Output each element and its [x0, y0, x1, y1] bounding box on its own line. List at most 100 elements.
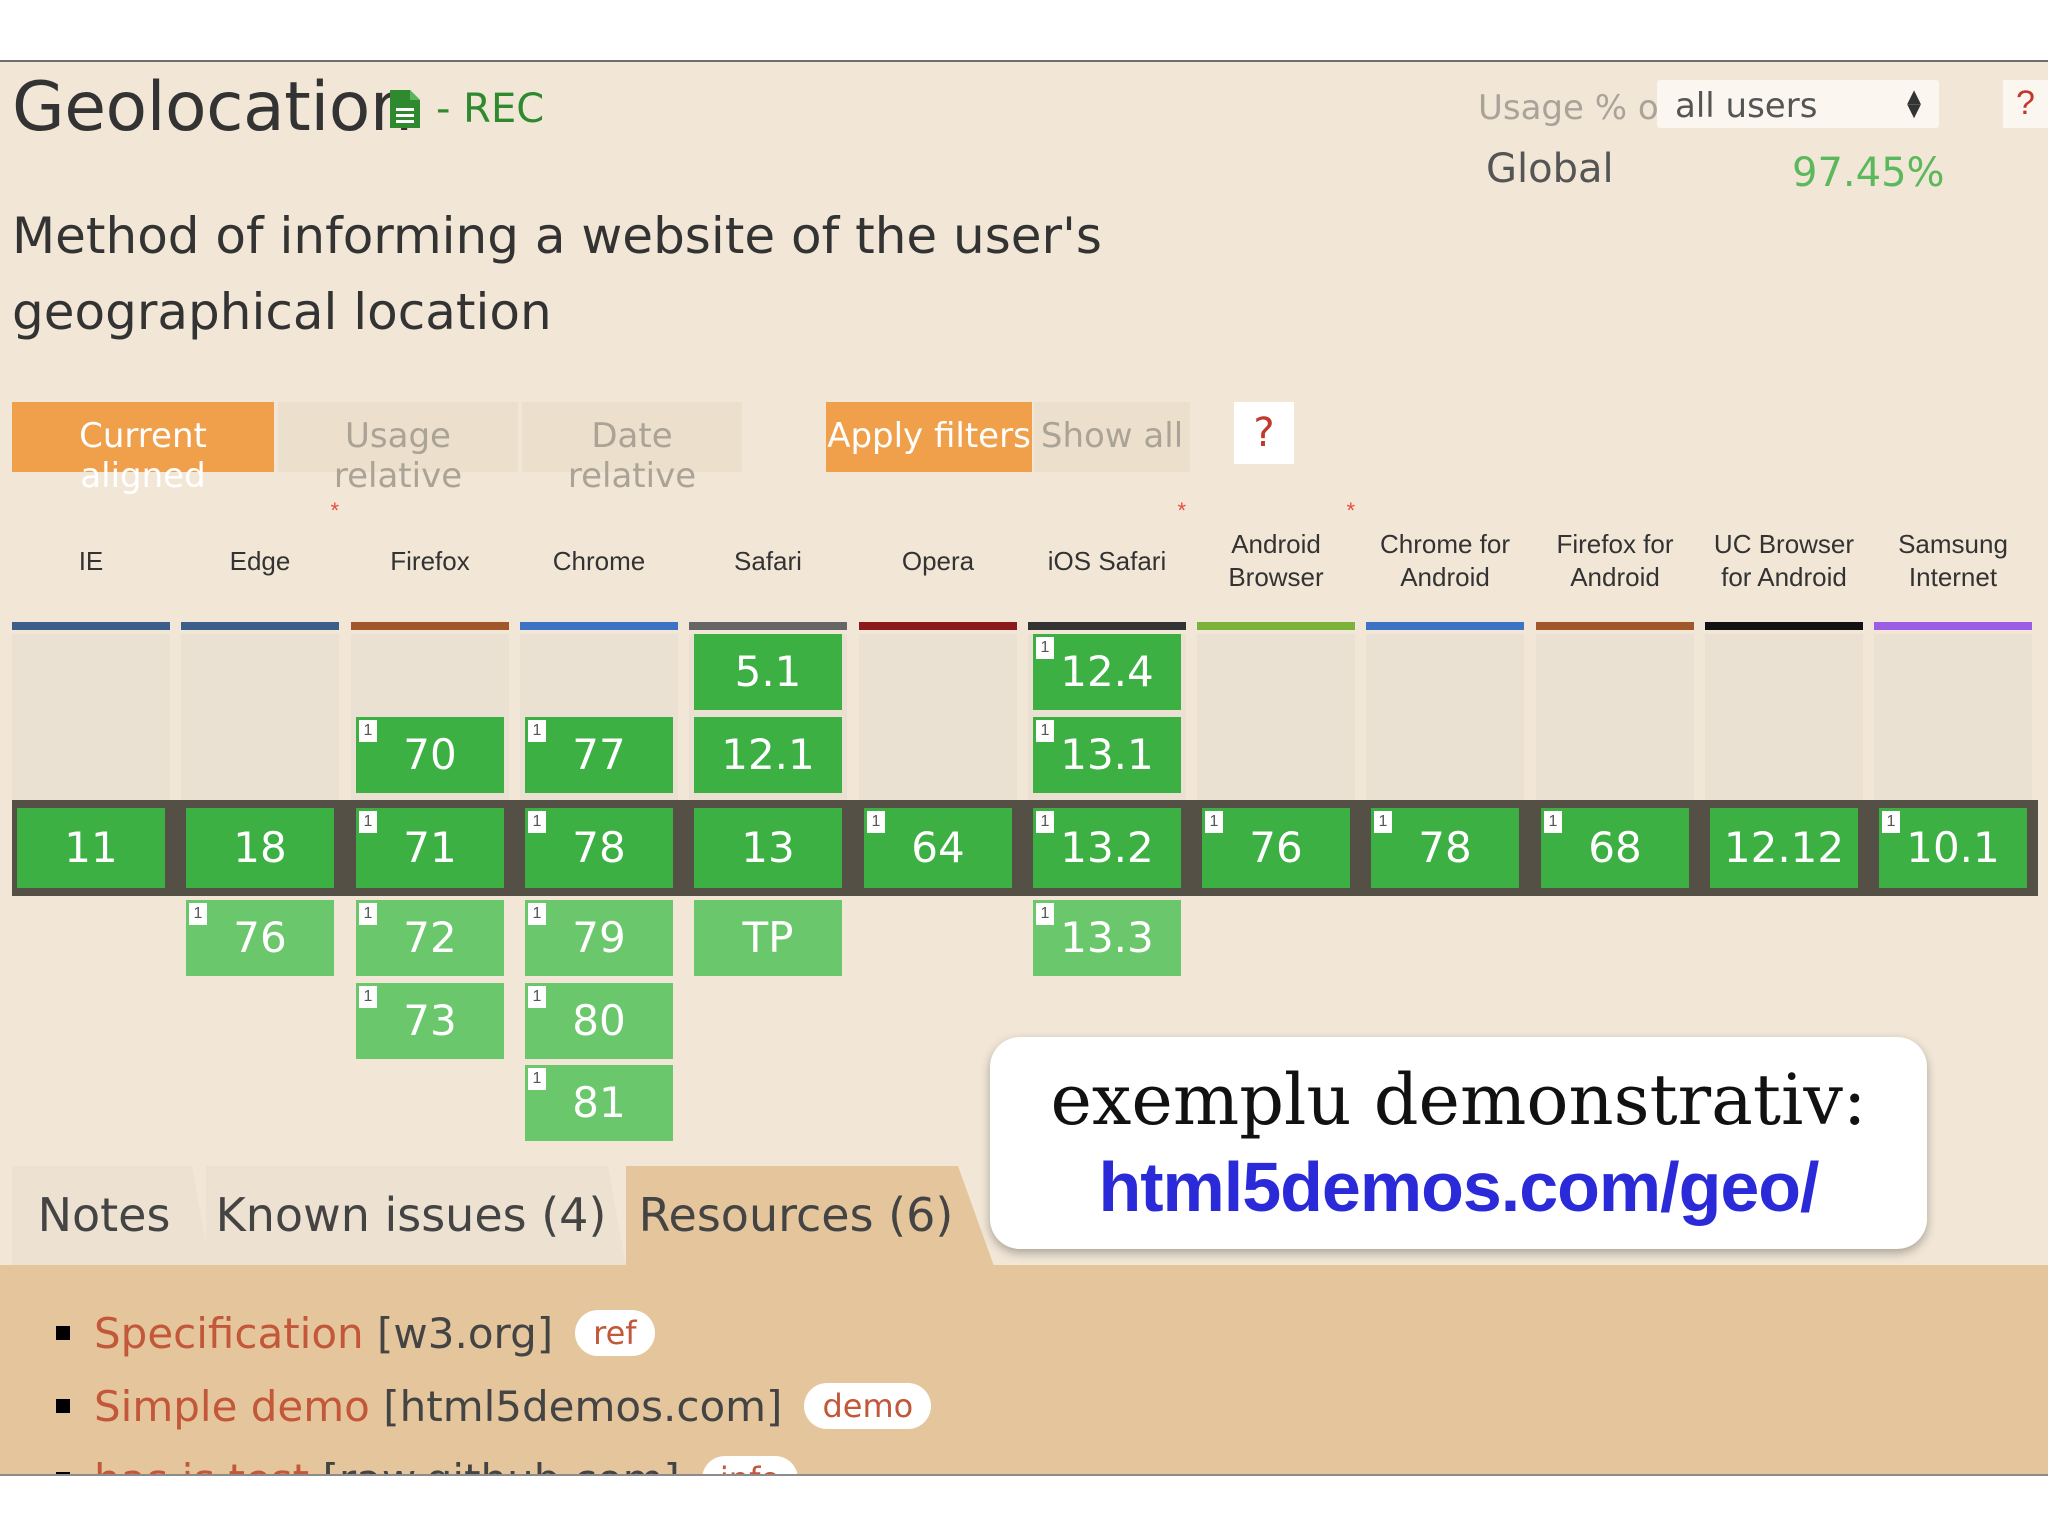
browser-name: Firefox for Android [1556, 529, 1674, 592]
version-label: 13.3 [1060, 913, 1154, 962]
resource-source: [raw.github.com] [323, 1455, 680, 1475]
browser-name: iOS Safari [1047, 545, 1167, 576]
version-label: 70 [403, 730, 457, 779]
browser-name: IE [78, 545, 104, 576]
version-cell[interactable]: 13.2 1 [1033, 808, 1181, 888]
tab-notes[interactable]: Notes [12, 1166, 196, 1266]
browser-color-bar [1197, 622, 1355, 630]
note-marker: 1 [1036, 720, 1054, 742]
global-label: Global [1486, 146, 1614, 192]
version-cell[interactable]: 5.1 [694, 634, 842, 710]
browser-header[interactable]: Chrome for Android [1366, 488, 1524, 634]
note-marker: 1 [359, 720, 377, 742]
version-cell[interactable]: 13.3 1 [1033, 900, 1181, 976]
version-cell[interactable]: 76 1 [186, 900, 334, 976]
tab-known-issues[interactable]: Known issues (4) [206, 1166, 616, 1266]
version-cell[interactable]: 78 1 [525, 808, 673, 888]
browser-column-bg [1536, 634, 1694, 800]
browser-header[interactable]: Opera [859, 488, 1017, 634]
browser-header[interactable]: Firefox [351, 488, 509, 634]
usage-help-button[interactable]: ? [2003, 80, 2048, 128]
date-relative-button[interactable]: Date relative [522, 402, 742, 496]
version-cell[interactable]: 71 1 [356, 808, 504, 888]
version-label: TP [742, 913, 794, 962]
browser-color-bar [181, 622, 339, 630]
note-marker: 1 [528, 903, 546, 925]
resource-item: Specification [w3.org] ref [56, 1309, 655, 1360]
version-label: 13.2 [1060, 823, 1154, 872]
version-cell[interactable]: 81 1 [525, 1065, 673, 1141]
version-cell[interactable]: 13.1 1 [1033, 717, 1181, 793]
usage-scope-select[interactable]: all users ▲ ▼ [1657, 80, 1939, 128]
version-cell[interactable]: 10.1 1 [1879, 808, 2027, 888]
browser-column-bg [1366, 634, 1524, 800]
version-cell[interactable]: 64 1 [864, 808, 1012, 888]
apply-filters-button[interactable]: Apply filters [826, 402, 1032, 472]
show-all-button[interactable]: Show all [1034, 402, 1190, 472]
browser-header[interactable]: UC Browser for Android [1705, 488, 1863, 634]
version-cell[interactable]: 72 1 [356, 900, 504, 976]
browser-header[interactable]: Chrome [520, 488, 678, 634]
browser-color-bar [12, 622, 170, 630]
note-marker: 1 [189, 903, 207, 925]
resource-item: Simple demo [html5demos.com] demo [56, 1382, 932, 1433]
version-cell[interactable]: 12.4 1 [1033, 634, 1181, 710]
callout-link[interactable]: html5demos.com/geo/ [990, 1147, 1927, 1227]
version-cell[interactable]: 70 1 [356, 717, 504, 793]
browser-header[interactable]: Samsung Internet [1874, 488, 2032, 634]
browser-color-bar [1874, 622, 2032, 630]
browser-name: Chrome [552, 545, 646, 576]
version-cell[interactable]: 73 1 [356, 983, 504, 1059]
usage-scope-value: all users [1675, 86, 1818, 126]
resource-link[interactable]: has.js test [94, 1455, 309, 1475]
version-cell[interactable]: 12.12 [1710, 808, 1858, 888]
browser-header[interactable]: Android Browser * [1197, 488, 1355, 634]
version-cell[interactable]: TP [694, 900, 842, 976]
browser-header[interactable]: iOS Safari * [1028, 488, 1186, 634]
browser-color-bar [1705, 622, 1863, 630]
usage-relative-button[interactable]: Usage relative [278, 402, 518, 496]
browser-color-bar [689, 622, 847, 630]
resource-link[interactable]: Specification [94, 1309, 364, 1358]
version-label: 13.1 [1060, 730, 1154, 779]
select-arrows-icon: ▲ ▼ [1907, 86, 1921, 121]
browser-header[interactable]: Firefox for Android [1536, 488, 1694, 634]
version-cell[interactable]: 11 [17, 808, 165, 888]
current-aligned-button[interactable]: Current aligned [12, 402, 274, 496]
resource-source: [html5demos.com] [383, 1382, 783, 1431]
callout-title: exemplu demonstrativ: [1050, 1059, 1867, 1141]
browser-header[interactable]: Edge * [181, 488, 339, 634]
version-label: 77 [572, 730, 626, 779]
version-label: 76 [1249, 823, 1303, 872]
version-cell[interactable]: 68 1 [1541, 808, 1689, 888]
browser-header[interactable]: IE [12, 488, 170, 634]
version-label: 73 [403, 996, 457, 1045]
browser-header[interactable]: Safari [689, 488, 847, 634]
filters-help-button[interactable]: ? [1234, 402, 1294, 464]
feature-title: Geolocation [12, 68, 413, 147]
version-cell[interactable]: 12.1 [694, 717, 842, 793]
resource-badge: ref [575, 1309, 655, 1356]
version-cell[interactable]: 13 [694, 808, 842, 888]
version-cell[interactable]: 18 [186, 808, 334, 888]
note-marker: 1 [528, 1068, 546, 1090]
note-marker: 1 [867, 811, 885, 833]
version-cell[interactable]: 80 1 [525, 983, 673, 1059]
browser-name: Opera [901, 545, 975, 576]
version-cell[interactable]: 79 1 [525, 900, 673, 976]
bottom-border [0, 1474, 2048, 1476]
spec-status[interactable]: - REC [436, 86, 544, 132]
resource-link[interactable]: Simple demo [94, 1382, 370, 1431]
resource-badge: demo [804, 1382, 932, 1429]
browser-color-bar [1028, 622, 1186, 630]
version-cell[interactable]: 78 1 [1371, 808, 1519, 888]
browser-name: Firefox [390, 545, 470, 576]
version-label: 81 [572, 1078, 626, 1127]
note-marker: 1 [1374, 811, 1392, 833]
document-icon[interactable] [388, 88, 422, 130]
browser-name: Safari [734, 545, 802, 576]
version-cell[interactable]: 76 1 [1202, 808, 1350, 888]
version-label: 78 [572, 823, 626, 872]
version-cell[interactable]: 77 1 [525, 717, 673, 793]
tab-resources[interactable]: Resources (6) [626, 1166, 966, 1266]
